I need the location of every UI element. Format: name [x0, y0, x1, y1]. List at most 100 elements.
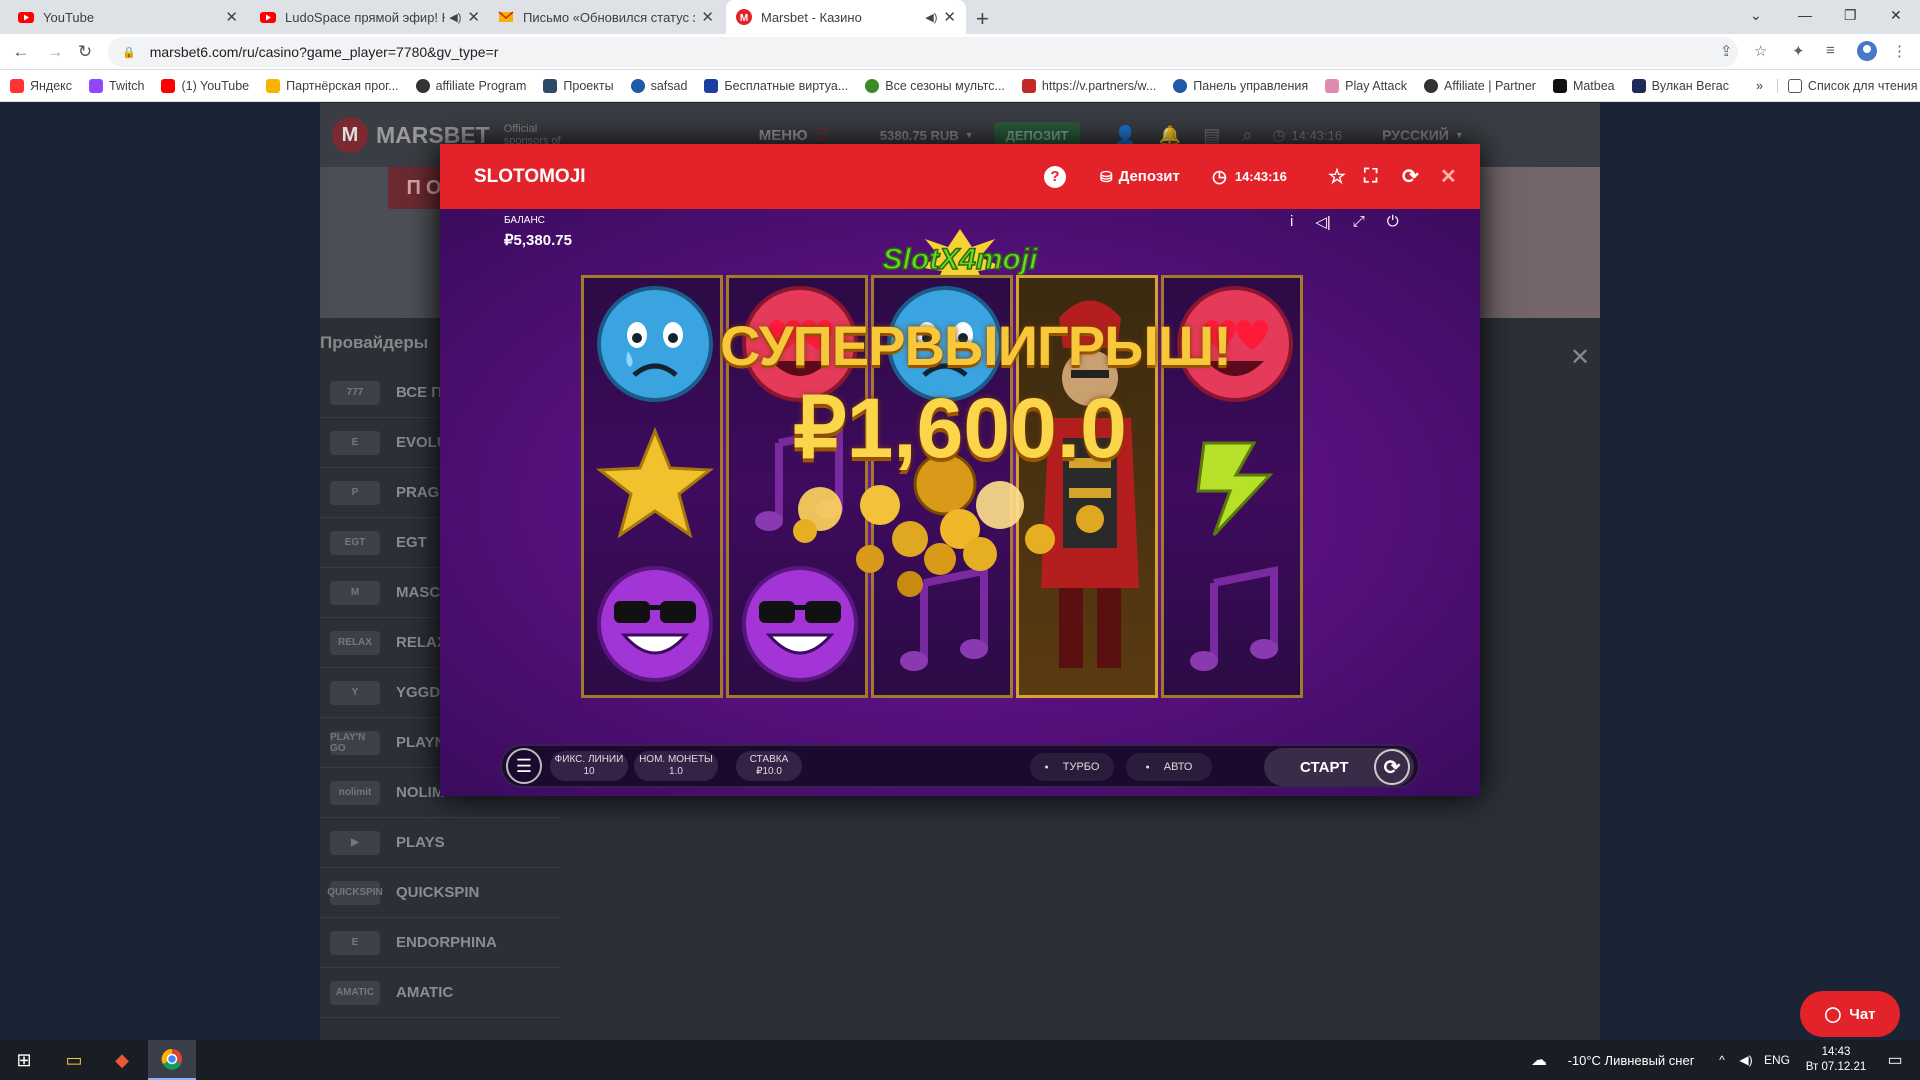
- tab-title: Marsbet - Казино: [761, 9, 862, 25]
- game-menu-button[interactable]: ☰: [506, 748, 542, 784]
- turbo-toggle[interactable]: ● ТУРБО: [1030, 753, 1114, 781]
- auto-toggle[interactable]: ● АВТО: [1126, 753, 1212, 781]
- user-icon[interactable]: 👤: [1114, 125, 1136, 146]
- bookmark-virtual[interactable]: Бесплатные виртуа...: [704, 78, 849, 93]
- bookmark-youtube[interactable]: (1) YouTube: [161, 78, 249, 93]
- close-tab-icon[interactable]: ✕: [225, 8, 238, 26]
- cool-face-icon: [739, 563, 861, 685]
- bookmark-control-panel[interactable]: Панель управления: [1173, 78, 1308, 93]
- tab-youtube[interactable]: YouTube ✕: [8, 0, 248, 34]
- bookmark-twitch[interactable]: Twitch: [89, 78, 144, 93]
- hamburger-icon[interactable]: ☰: [816, 125, 830, 145]
- bookmark-projects[interactable]: Проекты: [543, 78, 614, 93]
- bookmark-safsad[interactable]: safsad: [630, 78, 687, 93]
- back-arrow-icon[interactable]: ←: [6, 34, 36, 70]
- spin-icon[interactable]: ⟳: [1374, 749, 1410, 785]
- reel-4: [1016, 275, 1158, 698]
- provider-item[interactable]: AMATIC AMATIC: [320, 968, 560, 1018]
- lines-label: ФИКС. ЛИНИИ: [554, 754, 624, 765]
- fullscreen-icon[interactable]: ⛶: [1364, 144, 1377, 209]
- tab-marsbet[interactable]: M Marsbet - Казино ◀) ✕: [726, 0, 966, 34]
- info-icon[interactable]: i: [1290, 213, 1293, 231]
- modal-close-button[interactable]: ✕: [1440, 144, 1457, 209]
- notifications-icon[interactable]: ▭: [1878, 1040, 1912, 1080]
- power-icon[interactable]: ⏻: [1387, 213, 1399, 231]
- search-icon[interactable]: ⌕: [1242, 125, 1252, 146]
- file-explorer-icon[interactable]: ▭: [52, 1040, 96, 1080]
- reading-list[interactable]: Список для чтения: [1776, 78, 1918, 93]
- coin-control[interactable]: НОМ. МОНЕТЫ 1.0: [634, 751, 718, 781]
- tab-search-icon[interactable]: ⌄: [1750, 0, 1762, 30]
- close-window-button[interactable]: ✕: [1890, 0, 1902, 30]
- weather-text[interactable]: -10°C Ливневый снег: [1556, 1040, 1706, 1080]
- provider-item[interactable]: QUICKSPIN QUICKSPIN: [320, 868, 560, 918]
- bookmark-vulkan[interactable]: Вулкан Вегас: [1631, 78, 1729, 93]
- close-tab-icon[interactable]: ✕: [467, 8, 480, 26]
- bookmark-matbea[interactable]: Matbea: [1552, 78, 1615, 93]
- modal-deposit-button[interactable]: ⛁ Депозит: [1100, 144, 1180, 209]
- windows-taskbar: ⊞ ▭ ◆ ☁ -10°C Ливневый снег ^ ◀) ENG 14:…: [0, 1040, 1920, 1080]
- bookmark-affiliate-partner[interactable]: Affiliate | Partner: [1423, 78, 1536, 93]
- provider-item[interactable]: ▶ PLAYS: [320, 818, 560, 868]
- help-button[interactable]: ?: [1044, 144, 1066, 209]
- refresh-icon[interactable]: ⟳: [1402, 144, 1419, 209]
- sound-icon[interactable]: ◁|: [1315, 213, 1330, 231]
- bookmarks-more-icon[interactable]: »: [1756, 79, 1763, 93]
- bookmark-play-attack[interactable]: Play Attack: [1325, 78, 1407, 93]
- kebab-menu-icon[interactable]: ⋮: [1892, 42, 1907, 60]
- weather-icon[interactable]: ☁: [1528, 1040, 1550, 1080]
- bookmark-star-icon[interactable]: ☆: [1754, 42, 1767, 60]
- chrome-taskbar-icon[interactable]: [148, 1040, 196, 1080]
- tray-chevron-icon[interactable]: ^: [1712, 1040, 1732, 1080]
- bookmark-vpartners[interactable]: https://v.partners/w...: [1021, 78, 1156, 93]
- bet-control[interactable]: СТАВКА ₽10.0: [736, 751, 802, 781]
- start-button[interactable]: СТАРТ ⟳: [1264, 748, 1414, 786]
- provider-name: EGT: [396, 534, 427, 551]
- provider-logo: E: [330, 430, 380, 455]
- language-indicator[interactable]: ENG: [1760, 1040, 1794, 1080]
- chat-bubble-icon: ◯: [1824, 1006, 1842, 1023]
- speaker-icon[interactable]: ◀): [925, 11, 937, 24]
- svg-text:M: M: [740, 13, 748, 24]
- url-field[interactable]: 🔒 marsbet6.com/ru/casino?game_player=778…: [108, 37, 1738, 67]
- language-select[interactable]: РУССКИЙ: [1382, 127, 1449, 143]
- expand-icon[interactable]: ⤢: [1353, 213, 1365, 231]
- minimize-button[interactable]: —: [1798, 0, 1812, 30]
- share-icon[interactable]: ⇪: [1720, 42, 1733, 60]
- speaker-icon[interactable]: ◀): [449, 11, 461, 24]
- lines-control[interactable]: ФИКС. ЛИНИИ 10: [550, 751, 628, 781]
- volume-icon[interactable]: ◀): [1736, 1040, 1756, 1080]
- close-icon[interactable]: ✕: [1570, 343, 1590, 372]
- menu-button[interactable]: МЕНЮ: [759, 127, 808, 144]
- provider-item[interactable]: E ENDORPHINA: [320, 918, 560, 968]
- bell-icon[interactable]: 🔔: [1159, 125, 1181, 146]
- clock[interactable]: 14:43 Вт 07.12.21: [1796, 1040, 1876, 1080]
- bookmark-label: Бесплатные виртуа...: [724, 78, 849, 93]
- chat-button[interactable]: ◯ Чат: [1800, 991, 1900, 1037]
- header-balance[interactable]: 5380.75 RUB: [880, 128, 959, 143]
- reload-icon[interactable]: ↻: [70, 34, 100, 70]
- app-drop-icon[interactable]: ◆: [100, 1040, 144, 1080]
- chevron-down-icon: ▼: [1454, 130, 1464, 140]
- game-canvas[interactable]: БАЛАНС ₽5,380.75 i ◁| ⤢ ⏻ SlotX4moji СУП…: [440, 209, 1480, 796]
- bookmark-yandex[interactable]: Яндекс: [10, 78, 73, 93]
- bookmark-cartoons[interactable]: Все сезоны мультс...: [865, 78, 1005, 93]
- bookmark-partner-program[interactable]: Партнёрская прог...: [266, 78, 399, 93]
- close-tab-icon[interactable]: ✕: [943, 8, 956, 26]
- coupon-icon[interactable]: ▤: [1203, 125, 1220, 146]
- bookmark-affiliate-program[interactable]: affiliate Program: [415, 78, 526, 93]
- forward-arrow-icon[interactable]: →: [40, 34, 70, 70]
- gold-coin-icon: [884, 423, 1006, 545]
- media-control-icon[interactable]: ≡: [1826, 42, 1835, 59]
- tab-ludospace[interactable]: LudoSpace прямой эфир! Ка ◀) ✕: [250, 0, 490, 34]
- profile-avatar[interactable]: [1856, 40, 1878, 62]
- new-tab-button[interactable]: +: [976, 6, 989, 32]
- coin-value: 1.0: [669, 766, 683, 777]
- bookmark-label: Яндекс: [30, 78, 73, 93]
- close-tab-icon[interactable]: ✕: [701, 8, 714, 26]
- extensions-icon[interactable]: ✦: [1792, 42, 1805, 60]
- tab-mail[interactable]: Письмо «Обновился статус зака ✕: [488, 0, 724, 34]
- restore-button[interactable]: ❐: [1844, 0, 1857, 30]
- windows-start-icon[interactable]: ⊞: [0, 1040, 48, 1080]
- favorite-star-icon[interactable]: ☆: [1328, 144, 1346, 209]
